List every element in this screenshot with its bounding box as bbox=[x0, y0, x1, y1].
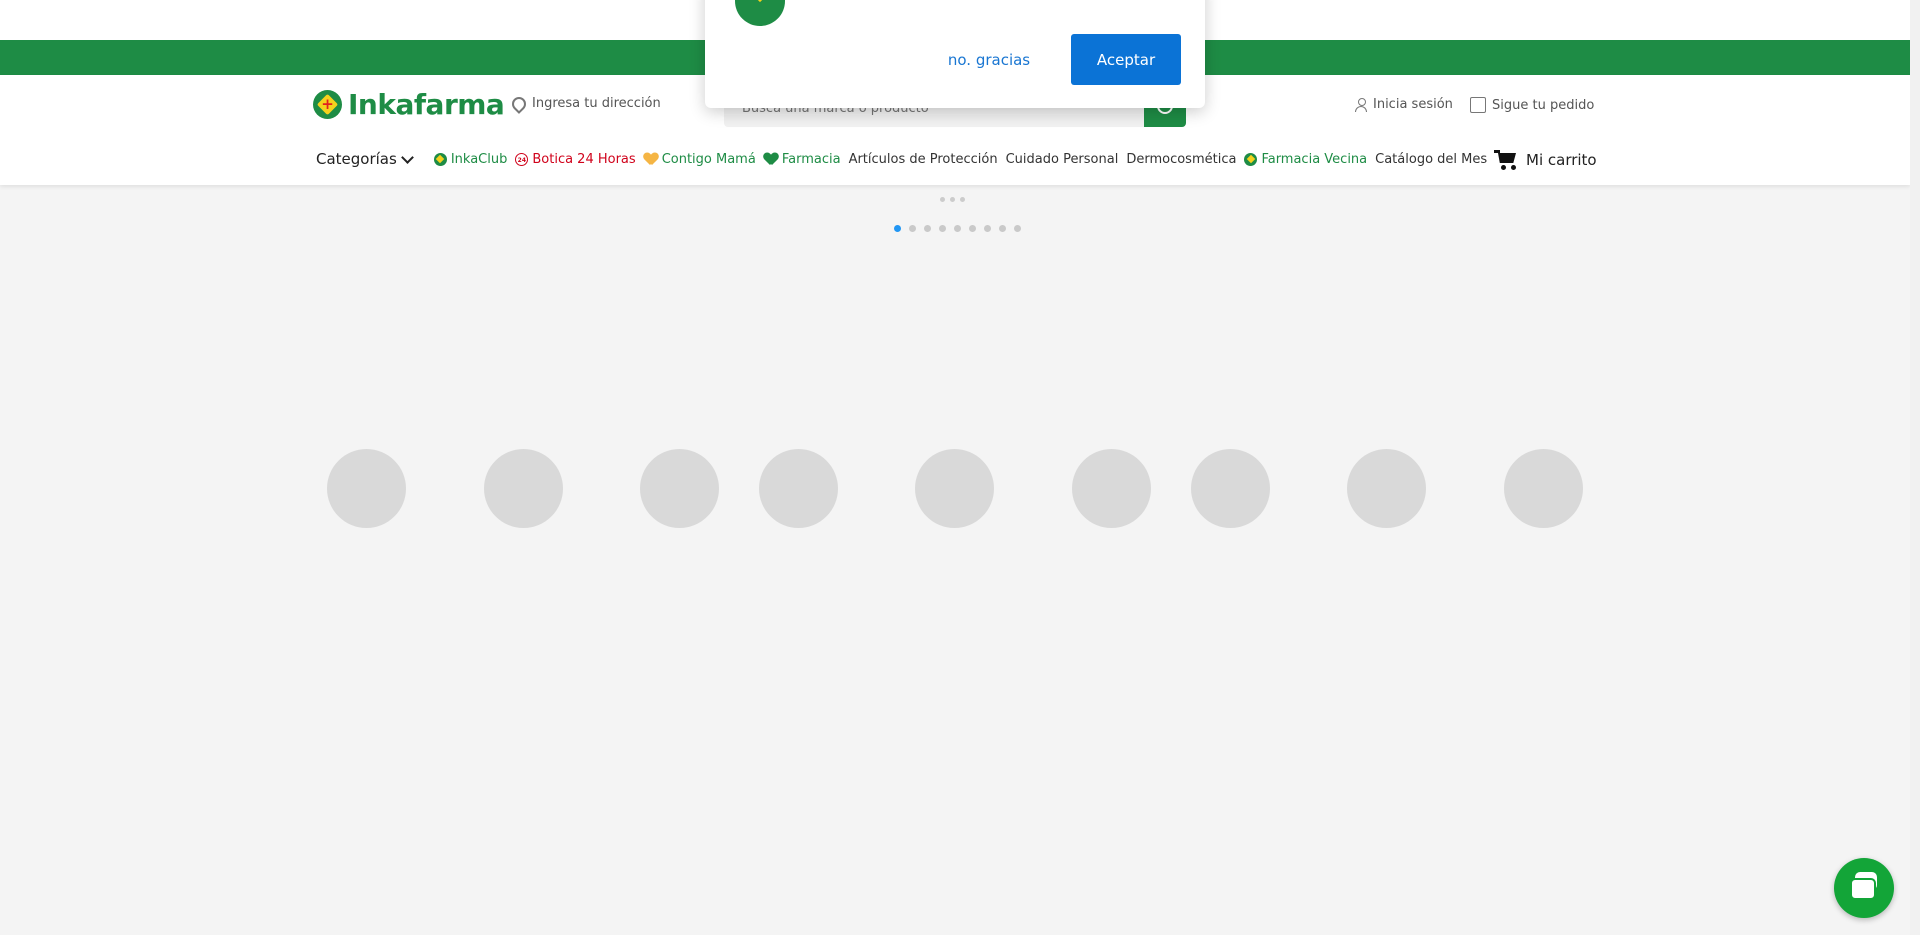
category-placeholder bbox=[1072, 449, 1151, 528]
nav-item-inkaclub[interactable]: InkaClub bbox=[433, 151, 508, 167]
category-placeholder bbox=[640, 449, 719, 528]
heart-icon bbox=[644, 153, 658, 165]
nav-item-label: Botica 24 Horas bbox=[532, 151, 636, 167]
carousel-dot[interactable] bbox=[984, 225, 991, 232]
nav-item-dermocosmetica[interactable]: Dermocosmética bbox=[1126, 152, 1236, 167]
user-icon bbox=[1355, 97, 1367, 112]
track-order-label: Sigue tu pedido bbox=[1492, 97, 1595, 113]
nav-item-cuidado-personal[interactable]: Cuidado Personal bbox=[1006, 152, 1119, 167]
carousel-dot[interactable] bbox=[909, 225, 916, 232]
login-label: Inicia sesión bbox=[1373, 97, 1453, 112]
nav-item-contigo-mama[interactable]: Contigo Mamá bbox=[644, 152, 756, 167]
address-label: Ingresa tu dirección bbox=[532, 96, 661, 111]
heart-pulse-icon bbox=[764, 153, 778, 165]
nav-item-label: Contigo Mamá bbox=[661, 151, 756, 167]
nav-item-catalogo-del-mes[interactable]: Catálogo del Mes bbox=[1375, 152, 1487, 167]
inkafarma-logo-icon bbox=[313, 90, 342, 119]
inkafarma-logo-icon bbox=[735, 0, 785, 26]
loading-indicator bbox=[940, 197, 965, 202]
nav-item-label: Dermocosmética bbox=[1126, 151, 1237, 167]
location-pin-icon bbox=[509, 93, 529, 114]
carousel-dot[interactable] bbox=[924, 225, 931, 232]
main-nav: Categorías InkaClub 24 Botica 24 Horas C… bbox=[316, 150, 1495, 168]
page-scrollbar[interactable] bbox=[1910, 0, 1920, 935]
cart-button[interactable]: Mi carrito bbox=[1494, 150, 1597, 170]
cart-icon bbox=[1494, 150, 1518, 170]
nav-item-farmacia-vecina[interactable]: Farmacia Vecina bbox=[1244, 152, 1367, 167]
category-placeholder bbox=[915, 449, 994, 528]
categories-dropdown[interactable]: Categorías bbox=[316, 150, 414, 168]
login-link[interactable]: Inicia sesión bbox=[1355, 97, 1453, 112]
carousel-dot[interactable] bbox=[1014, 225, 1021, 232]
nav-item-label: Cuidado Personal bbox=[1005, 151, 1119, 167]
carousel-dot[interactable] bbox=[939, 225, 946, 232]
category-placeholder bbox=[484, 449, 563, 528]
inkafarma-icon bbox=[1244, 152, 1258, 166]
category-placeholder bbox=[759, 449, 838, 528]
category-placeholder bbox=[1191, 449, 1270, 528]
nav-item-farmacia[interactable]: Farmacia bbox=[764, 152, 841, 167]
decline-button[interactable]: no. gracias bbox=[934, 42, 1044, 78]
carousel-dot[interactable] bbox=[894, 225, 901, 232]
categories-label: Categorías bbox=[316, 150, 397, 168]
nav-item-label: Farmacia bbox=[781, 151, 841, 167]
nav-item-articulos-proteccion[interactable]: Artículos de Protección bbox=[849, 152, 998, 167]
24h-icon: 24 bbox=[515, 152, 529, 166]
nav-item-label: Catálogo del Mes bbox=[1375, 151, 1488, 167]
chat-button[interactable] bbox=[1834, 858, 1894, 918]
carousel-pagination bbox=[894, 225, 1021, 232]
inkaclub-icon bbox=[433, 152, 447, 166]
cart-label: Mi carrito bbox=[1526, 151, 1597, 169]
nav-item-label: InkaClub bbox=[450, 151, 508, 167]
category-placeholder bbox=[1504, 449, 1583, 528]
logo-text: Inkafarma bbox=[348, 88, 505, 121]
accept-button[interactable]: Aceptar bbox=[1071, 34, 1181, 85]
chevron-down-icon bbox=[400, 150, 414, 164]
address-selector[interactable]: Ingresa tu dirección bbox=[509, 93, 661, 114]
nav-item-label: Artículos de Protección bbox=[848, 151, 998, 167]
order-tracking-icon bbox=[1470, 97, 1486, 113]
category-placeholder bbox=[327, 449, 406, 528]
inkafarma-logo[interactable]: Inkafarma bbox=[313, 88, 505, 121]
nav-item-botica-24-horas[interactable]: 24 Botica 24 Horas bbox=[515, 151, 636, 167]
track-order-link[interactable]: Sigue tu pedido bbox=[1470, 97, 1594, 113]
category-placeholder bbox=[1347, 449, 1426, 528]
nav-item-label: Farmacia Vecina bbox=[1261, 151, 1368, 167]
carousel-dot[interactable] bbox=[954, 225, 961, 232]
carousel-dot[interactable] bbox=[969, 225, 976, 232]
carousel-dot[interactable] bbox=[999, 225, 1006, 232]
